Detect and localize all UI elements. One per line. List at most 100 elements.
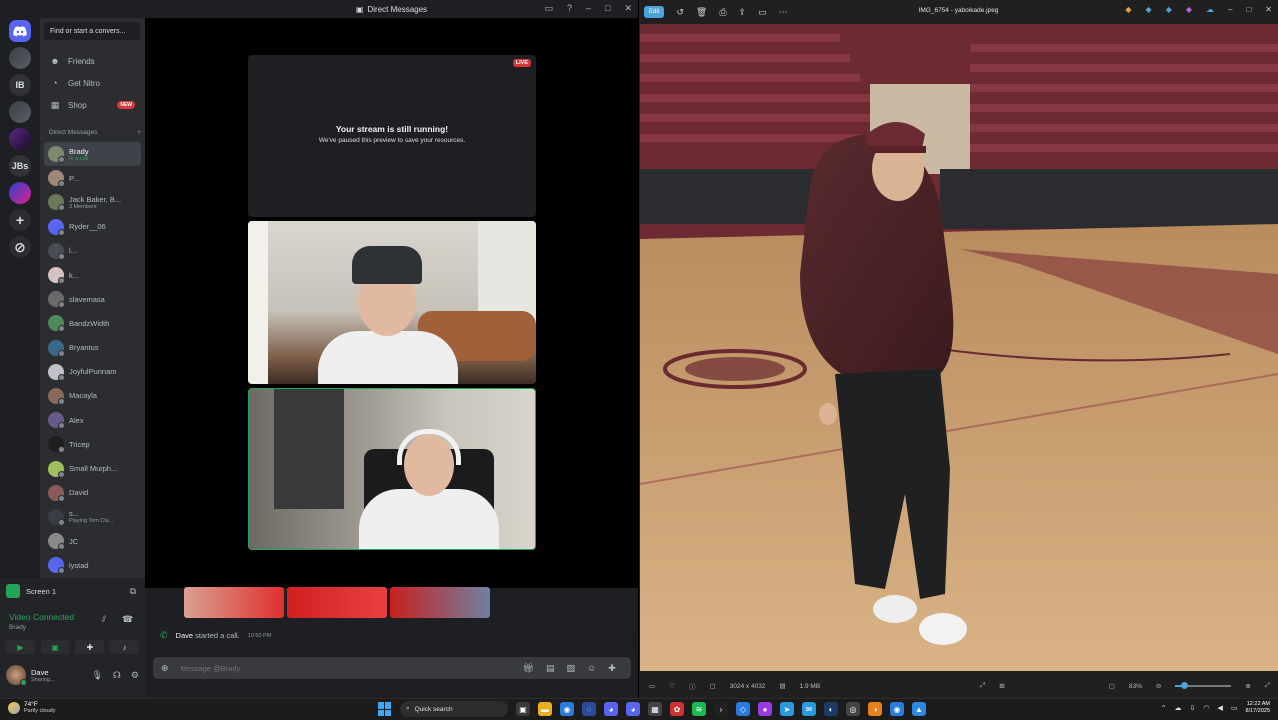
print-icon[interactable]: ⎙ bbox=[719, 7, 726, 18]
create-dm-icon[interactable]: + bbox=[137, 129, 141, 136]
chrome-canary-icon[interactable]: ◉ bbox=[890, 702, 904, 716]
volume-icon[interactable]: ◀ bbox=[1218, 704, 1223, 712]
taskbar-search[interactable]: ⌕ Quick search bbox=[400, 701, 508, 717]
terminal-icon[interactable]: › bbox=[714, 702, 728, 716]
sticker-app-icon[interactable]: ◆ bbox=[1186, 5, 1192, 14]
discord-ptb-icon[interactable]: ◕ bbox=[626, 702, 640, 716]
nav-friends[interactable]: ☻ Friends bbox=[44, 51, 141, 71]
soundboard-button[interactable]: ♪ bbox=[109, 640, 139, 654]
chrome-icon[interactable]: ◉ bbox=[560, 702, 574, 716]
share-icon[interactable]: ⇪ bbox=[739, 7, 747, 18]
nav-shop[interactable]: ▦ Shop NEW bbox=[44, 95, 141, 115]
minimize-icon[interactable]: – bbox=[586, 3, 591, 14]
server-colorful[interactable] bbox=[9, 182, 31, 204]
battery-icon[interactable]: ▭ bbox=[1231, 704, 1238, 712]
copilot-icon[interactable]: ◆ bbox=[1125, 5, 1131, 14]
clock[interactable]: 12:22 AM 8/17/2025 bbox=[1246, 701, 1270, 715]
sticker-icon[interactable]: ▧ bbox=[567, 663, 576, 674]
emoji-icon[interactable]: ☺ bbox=[587, 663, 596, 673]
disconnect-icon[interactable]: ☎ bbox=[122, 614, 133, 625]
obs-icon[interactable]: ● bbox=[758, 702, 772, 716]
dm-item[interactable]: JoyfulPunnam bbox=[44, 360, 141, 384]
zoom-out-icon[interactable]: ⊖ bbox=[1156, 682, 1161, 690]
server-avatar[interactable] bbox=[9, 47, 31, 69]
filmstrip-icon[interactable]: ▭ bbox=[649, 682, 655, 690]
steam-icon[interactable]: ◐ bbox=[824, 702, 838, 716]
task-view-icon[interactable]: ▣ bbox=[516, 702, 530, 716]
designer-icon[interactable]: ◆ bbox=[1146, 5, 1152, 14]
spotify-icon[interactable]: ≋ bbox=[692, 702, 706, 716]
server-purple[interactable] bbox=[9, 128, 31, 150]
rotate-icon[interactable]: ↺ bbox=[676, 7, 684, 18]
signal-icon[interactable]: ✉ bbox=[802, 702, 816, 716]
slideshow-icon[interactable]: ▭ bbox=[758, 7, 767, 18]
fullscreen-icon[interactable]: ⤢ bbox=[1265, 682, 1270, 690]
popout-icon[interactable]: ⧉ bbox=[130, 586, 136, 597]
discord-app-icon[interactable]: ◕ bbox=[604, 702, 618, 716]
minimize-icon[interactable]: – bbox=[1228, 5, 1232, 14]
dm-item[interactable]: Brady In a call bbox=[44, 142, 141, 167]
microphone-icon[interactable]: 🎙︎ bbox=[91, 670, 102, 681]
discover-icon[interactable]: ⊘ bbox=[9, 236, 31, 258]
dm-item[interactable]: David bbox=[44, 481, 141, 505]
edit-button[interactable]: Edit bbox=[644, 6, 665, 18]
close-icon[interactable]: ✕ bbox=[624, 3, 632, 14]
dm-item[interactable]: Macayla bbox=[44, 384, 141, 408]
blender-icon[interactable]: ◑ bbox=[868, 702, 882, 716]
maximize-icon[interactable]: □ bbox=[605, 3, 610, 14]
app-icon[interactable]: ◎ bbox=[846, 702, 860, 716]
close-icon[interactable]: ✕ bbox=[1265, 5, 1272, 14]
inbox-tray-icon[interactable]: ▭ bbox=[544, 3, 553, 14]
user-avatar[interactable] bbox=[6, 665, 27, 686]
voice-status[interactable]: Video Connected bbox=[9, 612, 74, 622]
dm-item[interactable]: Jack Baker, B... 3 Members bbox=[44, 190, 141, 214]
clipchamp-icon[interactable]: ◆ bbox=[1166, 5, 1172, 14]
chat-scrollbar[interactable] bbox=[632, 632, 636, 650]
maximize-icon[interactable]: □ bbox=[1246, 5, 1251, 14]
dm-item[interactable]: s... Playing Tom Cla... bbox=[44, 505, 141, 529]
dm-item[interactable]: Ryder__06 bbox=[44, 215, 141, 239]
share-screen-button[interactable]: ▣ bbox=[40, 640, 70, 654]
calculator-icon[interactable]: ▦ bbox=[648, 702, 662, 716]
apps-icon[interactable]: ✚ bbox=[608, 663, 616, 674]
call-author[interactable]: Dave bbox=[176, 631, 194, 640]
info-icon[interactable]: ⓘ bbox=[689, 681, 696, 691]
more-options-icon[interactable]: ⋯ bbox=[779, 7, 788, 18]
cloud-icon[interactable]: ☁ bbox=[1175, 704, 1182, 712]
onedrive-icon[interactable]: ☁ bbox=[1206, 5, 1214, 14]
dm-item[interactable]: P... bbox=[44, 166, 141, 190]
headphones-icon[interactable]: ☊ bbox=[113, 670, 121, 681]
noise-suppression-icon[interactable]: ⫽ bbox=[102, 614, 106, 625]
dm-item[interactable]: Bryantus bbox=[44, 336, 141, 360]
telegram-icon[interactable]: ➤ bbox=[780, 702, 794, 716]
activity-button[interactable]: ✚ bbox=[75, 640, 105, 654]
dm-item[interactable]: l... bbox=[44, 239, 141, 263]
zoom-level[interactable]: 83% bbox=[1129, 683, 1142, 690]
video-tile-brady[interactable] bbox=[248, 221, 536, 384]
delete-icon[interactable]: 🗑︎ bbox=[696, 7, 707, 18]
chatgpt-icon[interactable]: ✿ bbox=[670, 702, 684, 716]
zoom-in-icon[interactable]: ⊕ bbox=[1245, 682, 1250, 690]
dm-item[interactable]: Tricep bbox=[44, 432, 141, 456]
stream-preview-tile[interactable]: LIVE Your stream is still running! We've… bbox=[248, 55, 536, 217]
file-explorer-icon[interactable]: ▬ bbox=[538, 702, 552, 716]
fit-icon[interactable]: ⊞ bbox=[999, 682, 1004, 690]
download-icon[interactable]: ⇩ bbox=[1190, 704, 1196, 712]
zoom-slider[interactable] bbox=[1175, 682, 1232, 689]
server-ib[interactable]: IB bbox=[9, 74, 31, 96]
help-icon[interactable]: ? bbox=[567, 3, 572, 14]
server-logo[interactable] bbox=[9, 101, 31, 123]
participant-thumbnail[interactable] bbox=[184, 587, 284, 618]
dm-item[interactable]: Small Murph... bbox=[44, 456, 141, 480]
settings-gear-icon[interactable]: ⚙ bbox=[131, 670, 139, 681]
dm-item[interactable]: BandzWidth bbox=[44, 311, 141, 335]
participant-thumbnail[interactable] bbox=[287, 587, 387, 618]
message-input[interactable] bbox=[180, 663, 511, 673]
discord-home-icon[interactable] bbox=[9, 20, 31, 42]
gift-icon[interactable]: 🎁︎ bbox=[523, 663, 534, 674]
dm-item[interactable]: lystad bbox=[44, 553, 141, 577]
vscode-icon[interactable]: ◇ bbox=[736, 702, 750, 716]
weather-widget[interactable]: 74°F Partly cloudy bbox=[8, 701, 56, 714]
add-attachment-icon[interactable]: ⊕ bbox=[161, 663, 169, 674]
add-server-icon[interactable]: + bbox=[9, 209, 31, 231]
